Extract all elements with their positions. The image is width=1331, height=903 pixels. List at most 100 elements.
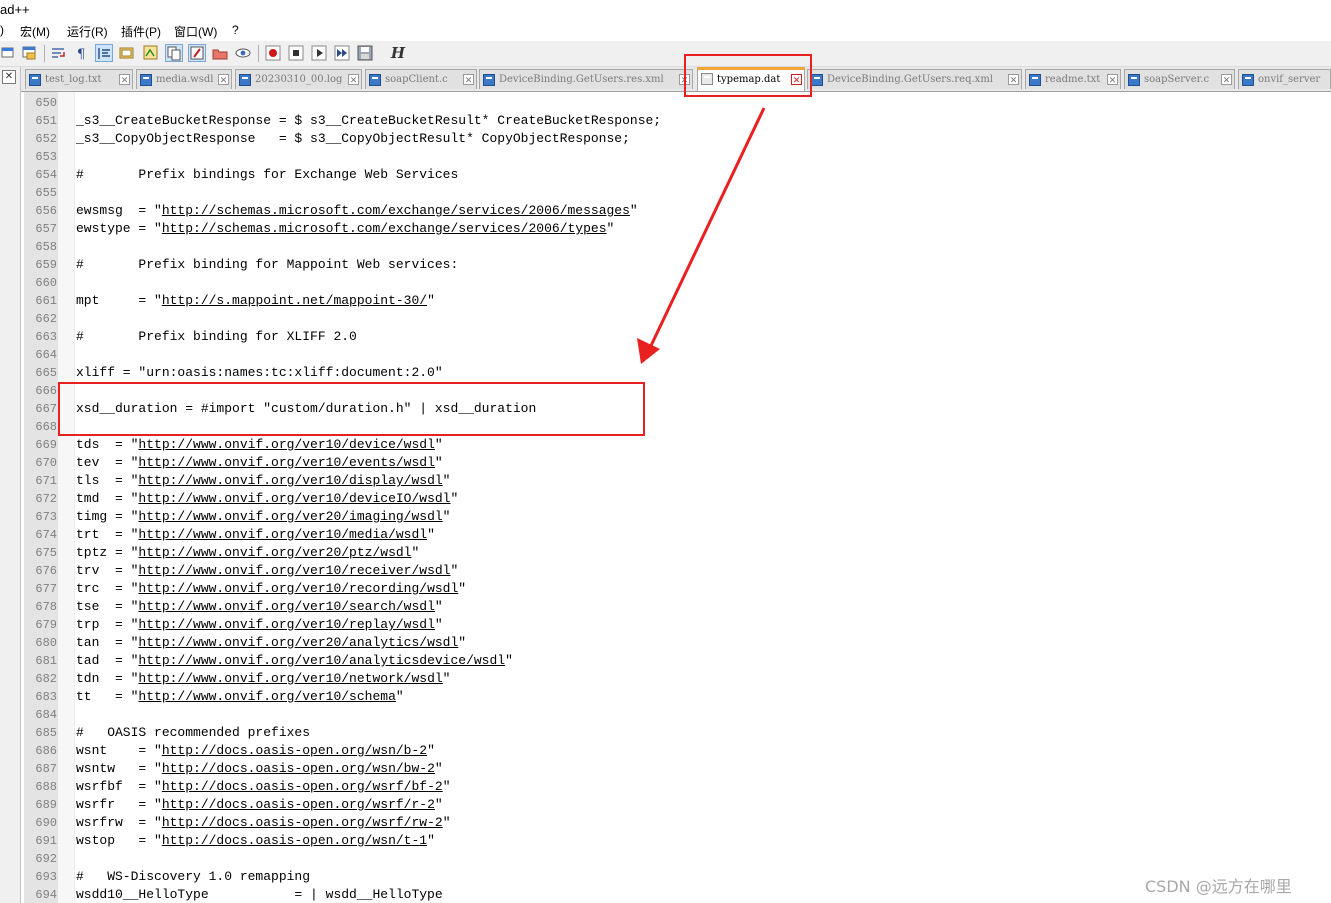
document-map-icon[interactable] (142, 44, 160, 62)
tab-onvif-server[interactable]: onvif_server (1238, 69, 1331, 89)
code-link[interactable]: http://docs.oasis-open.org/wsn/t-1 (162, 833, 427, 848)
function-list-icon[interactable] (165, 44, 183, 62)
code-line[interactable]: 682 tdn = "http://www.onvif.org/ver10/net… (24, 670, 1331, 688)
code-line[interactable]: 656 ewsmsg = "http://schemas.microsoft.co… (24, 202, 1331, 220)
code-line[interactable]: 692 (24, 850, 1331, 868)
zoom-in-icon[interactable] (0, 44, 18, 62)
code-line[interactable]: 671 tls = "http://www.onvif.org/ver10/dis… (24, 472, 1331, 490)
word-wrap-icon[interactable] (50, 44, 68, 62)
code-line[interactable]: 669 tds = "http://www.onvif.org/ver10/dev… (24, 436, 1331, 454)
menu-item-plugins[interactable]: 插件(P) (121, 23, 161, 40)
folder-as-workspace-icon[interactable] (188, 44, 206, 62)
code-line[interactable]: 653 (24, 148, 1331, 166)
code-editor[interactable]: 650 651 _s3__CreateBucketResponse = $ s3__… (24, 92, 1331, 903)
code-link[interactable]: http://www.onvif.org/ver10/receiver/wsdl (138, 563, 450, 578)
code-link[interactable]: http://www.onvif.org/ver10/deviceIO/wsdl (138, 491, 450, 506)
code-link[interactable]: http://docs.oasis-open.org/wsrf/r-2 (162, 797, 435, 812)
code-link[interactable]: http://www.onvif.org/ver10/analyticsdevi… (138, 653, 505, 668)
close-icon[interactable]: ✕ (218, 74, 229, 85)
record-macro-icon[interactable] (264, 44, 282, 62)
code-line[interactable]: 678 tse = "http://www.onvif.org/ver10/sea… (24, 598, 1331, 616)
code-line[interactable]: 689 wsrfr = "http://docs.oasis-open.org/w… (24, 796, 1331, 814)
code-line[interactable]: 659 # Prefix binding for Mappoint Web ser… (24, 256, 1331, 274)
code-line[interactable]: 677 trc = "http://www.onvif.org/ver10/rec… (24, 580, 1331, 598)
code-link[interactable]: http://www.onvif.org/ver10/network/wsdl (138, 671, 442, 686)
code-link[interactable]: http://www.onvif.org/ver10/schema (138, 689, 395, 704)
code-line[interactable]: 661 mpt = "http://s.mappoint.net/mappoint… (24, 292, 1331, 310)
tab-soapserver-c[interactable]: soapServer.c ✕ (1124, 69, 1235, 89)
close-icon[interactable]: ✕ (1008, 74, 1019, 85)
code-link[interactable]: http://www.onvif.org/ver10/recording/wsd… (138, 581, 458, 596)
code-line[interactable]: 650 (24, 94, 1331, 112)
code-link[interactable]: http://s.mappoint.net/mappoint-30/ (162, 293, 427, 308)
code-line[interactable]: 657 ewstype = "http://schemas.microsoft.c… (24, 220, 1331, 238)
code-line[interactable]: 663 # Prefix binding for XLIFF 2.0 (24, 328, 1331, 346)
close-icon[interactable]: ✕ (119, 74, 130, 85)
code-link[interactable]: http://www.onvif.org/ver10/device/wsdl (138, 437, 434, 452)
code-link[interactable]: http://www.onvif.org/ver20/imaging/wsdl (138, 509, 442, 524)
code-link[interactable]: http://www.onvif.org/ver10/events/wsdl (138, 455, 434, 470)
code-line[interactable]: 658 (24, 238, 1331, 256)
code-line[interactable]: 681 tad = "http://www.onvif.org/ver10/ana… (24, 652, 1331, 670)
code-link[interactable]: http://docs.oasis-open.org/wsn/bw-2 (162, 761, 435, 776)
code-line[interactable]: 688 wsrfbf = "http://docs.oasis-open.org/… (24, 778, 1331, 796)
code-link[interactable]: http://docs.oasis-open.org/wsn/b-2 (162, 743, 427, 758)
code-link[interactable]: http://schemas.microsoft.com/exchange/se… (162, 221, 607, 236)
code-link[interactable]: http://www.onvif.org/ver10/media/wsdl (138, 527, 427, 542)
menu-item-help[interactable]: ? (232, 23, 239, 37)
code-line[interactable]: 686 wsnt = "http://docs.oasis-open.org/ws… (24, 742, 1331, 760)
folder-icon[interactable] (211, 44, 229, 62)
close-icon[interactable]: ✕ (1107, 74, 1118, 85)
code-line[interactable]: 654 # Prefix bindings for Exchange Web Se… (24, 166, 1331, 184)
code-line[interactable]: 687 wsntw = "http://docs.oasis-open.org/w… (24, 760, 1331, 778)
code-line[interactable]: 675 tptz = "http://www.onvif.org/ver20/pt… (24, 544, 1331, 562)
code-line[interactable]: 664 (24, 346, 1331, 364)
tab-soapclient-c[interactable]: soapClient.c ✕ (365, 69, 477, 89)
tab-test-log[interactable]: test_log.txt ✕ (25, 69, 133, 89)
stop-recording-icon[interactable] (287, 44, 305, 62)
menu-item-view[interactable]: ) (0, 23, 4, 37)
close-icon[interactable]: ✕ (463, 74, 474, 85)
code-line[interactable]: 684 (24, 706, 1331, 724)
code-line[interactable]: 655 (24, 184, 1331, 202)
indent-guide-icon[interactable] (95, 44, 113, 62)
code-line[interactable]: 694 wsdd10__HelloType = | wsdd__HelloType (24, 886, 1331, 903)
code-link[interactable]: http://www.onvif.org/ver20/analytics/wsd… (138, 635, 458, 650)
code-link[interactable]: http://www.onvif.org/ver20/ptz/wsdl (138, 545, 411, 560)
code-line[interactable]: 691 wstop = "http://docs.oasis-open.org/w… (24, 832, 1331, 850)
code-line[interactable]: 665 xliff = "urn:oasis:names:tc:xliff:doc… (24, 364, 1331, 382)
tab-getusers-res-xml[interactable]: DeviceBinding.GetUsers.res.xml ✕ (479, 69, 693, 89)
show-all-chars-icon[interactable]: ¶ (72, 44, 90, 62)
zoom-out-icon[interactable] (21, 44, 39, 62)
save-macro-icon[interactable] (356, 44, 374, 62)
code-line[interactable]: 651 _s3__CreateBucketResponse = $ s3__Cre… (24, 112, 1331, 130)
code-line[interactable]: 662 (24, 310, 1331, 328)
tab-readme-txt[interactable]: readme.txt ✕ (1025, 69, 1121, 89)
hex-editor-button[interactable]: H (389, 44, 407, 62)
code-line[interactable]: 685 # OASIS recommended prefixes (24, 724, 1331, 742)
code-line[interactable]: 679 trp = "http://www.onvif.org/ver10/rep… (24, 616, 1331, 634)
code-line[interactable]: 652 _s3__CopyObjectResponse = $ s3__CopyO… (24, 130, 1331, 148)
playback-icon[interactable] (310, 44, 328, 62)
menu-item-run[interactable]: 运行(R) (67, 23, 108, 40)
code-line[interactable]: 670 tev = "http://www.onvif.org/ver10/eve… (24, 454, 1331, 472)
monitoring-eye-icon[interactable] (234, 44, 252, 62)
menu-item-window[interactable]: 窗口(W) (174, 23, 217, 40)
tab-getusers-req-xml[interactable]: DeviceBinding.GetUsers.req.xml ✕ (807, 69, 1022, 89)
code-link[interactable]: http://www.onvif.org/ver10/search/wsdl (138, 599, 434, 614)
code-link[interactable]: http://www.onvif.org/ver10/replay/wsdl (138, 617, 434, 632)
user-defined-language-icon[interactable] (118, 44, 136, 62)
close-icon[interactable]: ✕ (348, 74, 359, 85)
code-line[interactable]: 676 trv = "http://www.onvif.org/ver10/rec… (24, 562, 1331, 580)
code-line[interactable]: 674 trt = "http://www.onvif.org/ver10/med… (24, 526, 1331, 544)
run-multiple-macros-icon[interactable] (333, 44, 351, 62)
close-icon[interactable]: ✕ (2, 70, 16, 84)
code-line[interactable]: 683 tt = "http://www.onvif.org/ver10/sche… (24, 688, 1331, 706)
code-line[interactable]: 693 # WS-Discovery 1.0 remapping (24, 868, 1331, 886)
code-line[interactable]: 660 (24, 274, 1331, 292)
code-line[interactable]: 680 tan = "http://www.onvif.org/ver20/ana… (24, 634, 1331, 652)
code-link[interactable]: http://www.onvif.org/ver10/display/wsdl (138, 473, 442, 488)
code-link[interactable]: http://schemas.microsoft.com/exchange/se… (162, 203, 630, 218)
close-icon[interactable]: ✕ (1221, 74, 1232, 85)
menu-item-macro[interactable]: 宏(M) (20, 23, 50, 40)
